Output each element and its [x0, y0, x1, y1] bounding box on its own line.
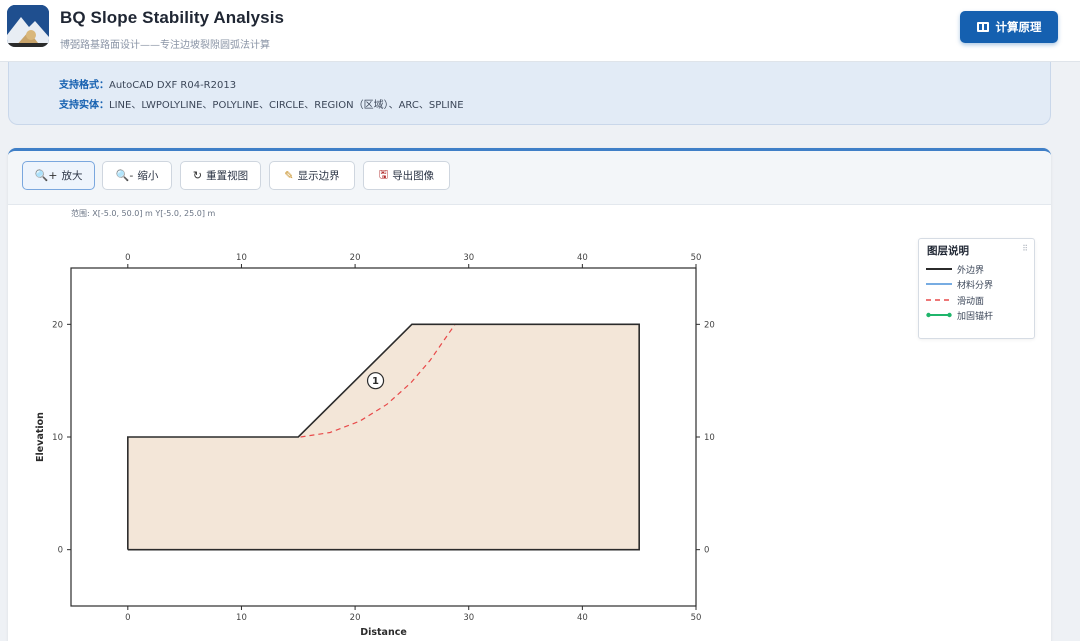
dashed-line-icon — [926, 299, 952, 301]
x-tick-label-top: 20 — [350, 253, 361, 263]
x-tick-label-top: 50 — [691, 253, 702, 263]
legend-item-anchor: 加固锚杆 — [926, 309, 994, 322]
y-tick-label-left: 20 — [52, 320, 63, 330]
legend-item-slip-surface: 滑动面 — [926, 294, 985, 307]
entities-label: 支持实体： — [59, 100, 109, 111]
app-header: BQ Slope Stability Analysis 博弼路基路面设计——专注… — [0, 0, 1080, 62]
y-tick-label-left: 10 — [52, 433, 63, 443]
x-tick-label-top: 40 — [577, 253, 588, 263]
legend-label: 加固锚杆 — [957, 311, 994, 322]
x-tick-label-top: 0 — [125, 253, 130, 263]
legend-label: 外边界 — [957, 265, 985, 276]
region-label-text: 1 — [372, 376, 379, 387]
x-tick-label-bottom: 50 — [691, 613, 702, 623]
x-tick-label-top: 10 — [236, 253, 247, 263]
app-subtitle: 博弼路基路面设计——专注边坡裂隙圆弧法计算 — [60, 40, 270, 51]
mountain-landslide-logo-icon — [7, 5, 49, 47]
y-tick-label-right: 0 — [704, 546, 709, 556]
slope-plot[interactable]: 100101020203030404050500 010 1020 20Distanc… — [8, 151, 1051, 641]
drag-handle-icon[interactable]: ⠿ — [1022, 244, 1028, 253]
y-tick-label-left: 0 — [58, 546, 63, 556]
supported-formats-panel: 支持格式：AutoCAD DXF R04-R2013 支持实体：LINE、LWP… — [8, 62, 1051, 125]
entities-value: LINE、LWPOLYLINE、POLYLINE、CIRCLE、REGION（区… — [109, 100, 464, 111]
app-title: BQ Slope Stability Analysis — [60, 8, 285, 27]
x-tick-label-bottom: 10 — [236, 613, 247, 623]
calc-principle-button[interactable]: 计算原理 — [960, 11, 1058, 43]
entities-line: 支持实体：LINE、LWPOLYLINE、POLYLINE、CIRCLE、REG… — [59, 96, 464, 111]
legend-label: 滑动面 — [957, 296, 985, 307]
drawing-viewer: 🔍+ 放大 🔍- 缩小 ↻ 重置视图 ✎ 显示边界 🖫 导出图像 范围: X[-… — [8, 148, 1051, 641]
y-tick-label-right: 10 — [704, 433, 715, 443]
legend-label: 材料分界 — [957, 280, 994, 291]
x-tick-label-bottom: 0 — [125, 613, 130, 623]
x-tick-label-bottom: 20 — [350, 613, 361, 623]
y-tick-label-right: 20 — [704, 320, 715, 330]
formats-value: AutoCAD DXF R04-R2013 — [109, 80, 237, 91]
y-axis-label: Elevation — [35, 412, 46, 462]
page-scrollbar[interactable] — [1074, 62, 1080, 641]
app-logo — [7, 5, 49, 47]
legend-item-material-boundary: 材料分界 — [926, 278, 994, 291]
x-tick-label-bottom: 30 — [463, 613, 474, 623]
blue-line-icon — [926, 283, 952, 285]
x-tick-label-bottom: 40 — [577, 613, 588, 623]
calc-principle-label: 计算原理 — [995, 20, 1042, 34]
legend-item-outer-boundary: 外边界 — [926, 263, 985, 276]
anchor-line-icon — [926, 312, 952, 318]
book-icon — [976, 22, 989, 32]
legend-title: 图层说明 — [927, 245, 969, 257]
x-axis-label: Distance — [360, 627, 407, 638]
formats-line: 支持格式：AutoCAD DXF R04-R2013 — [59, 76, 236, 91]
x-tick-label-top: 30 — [463, 253, 474, 263]
solid-line-icon — [926, 268, 952, 270]
layer-legend[interactable]: 图层说明 ⠿ 外边界 材料分界 滑动面 加固锚杆 — [918, 238, 1035, 339]
formats-label: 支持格式： — [59, 80, 109, 91]
